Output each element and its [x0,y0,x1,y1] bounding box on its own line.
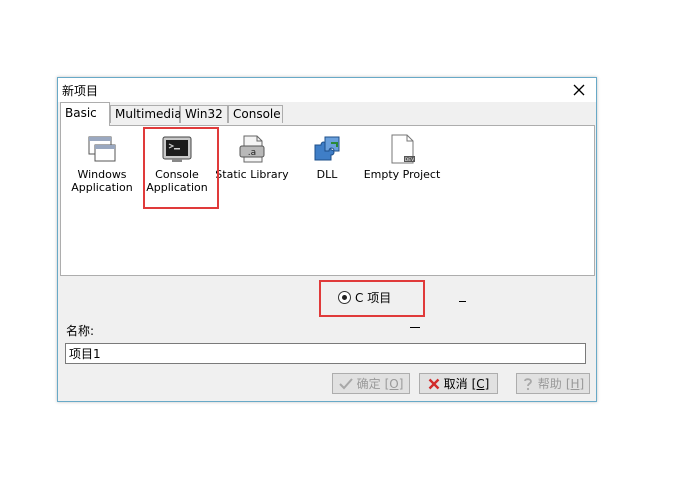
template-empty-project[interactable]: DEV Empty Project [360,130,444,181]
close-icon [573,84,585,96]
cancel-button[interactable]: 取消 [C] [419,373,498,394]
tab-bar: Basic Multimedia Win32 Console [58,102,596,126]
divider-mark [459,301,466,302]
template-static-library[interactable]: .a Static Library [210,130,294,181]
cancel-x-icon [428,378,439,389]
ok-button[interactable]: 确定 [O] [332,373,410,394]
c-project-label: C 项目 [355,291,392,305]
close-button[interactable] [568,80,590,100]
static-library-icon: .a [239,135,265,163]
project-name-input[interactable] [65,343,586,364]
svg-text:.a: .a [248,148,256,158]
tab-basic[interactable]: Basic [60,102,110,126]
name-label: 名称: [66,324,95,338]
template-dll[interactable]: DLL [285,130,369,181]
divider-mark [410,327,420,328]
c-project-option[interactable]: C 项目 [338,289,391,306]
windows-app-icon [88,136,116,162]
title-bar: 新项目 [58,78,596,102]
template-console-application[interactable]: Console Application [135,130,219,194]
checkmark-icon [338,377,353,389]
template-windows-application[interactable]: Windows Application [60,130,144,194]
help-question-icon [523,377,532,390]
help-button[interactable]: 帮助 [H] [516,373,590,394]
template-panel: Windows Application Console Application [60,125,595,276]
tab-win32[interactable]: Win32 [180,105,228,123]
tab-multimedia[interactable]: Multimedia [110,105,182,123]
c-project-radio[interactable] [338,291,351,304]
empty-project-icon: DEV [391,134,415,164]
tab-console[interactable]: Console [228,105,283,123]
console-app-icon [162,136,192,162]
new-project-dialog: 新项目 Basic Multimedia Win32 Console Windo… [57,77,597,402]
svg-text:DEV: DEV [405,157,415,163]
dll-puzzle-icon [314,136,340,161]
dialog-title: 新项目 [62,84,99,98]
